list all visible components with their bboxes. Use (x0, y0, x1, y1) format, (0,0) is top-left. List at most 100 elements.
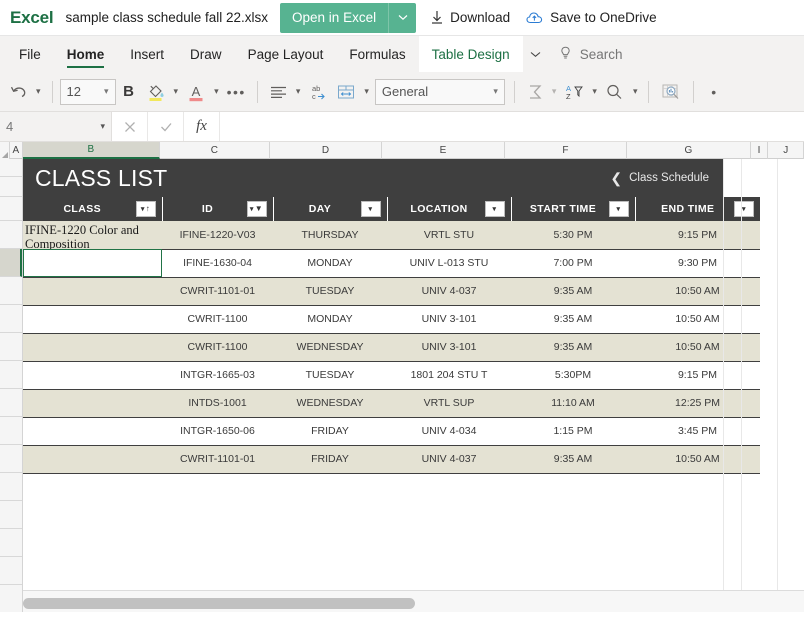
cell-start-time[interactable]: 11:10 AM (511, 389, 635, 418)
table-row[interactable]: INTGR-1650-06 FRIDAY UNIV 4-034 1:15 PM … (23, 417, 760, 446)
column-header-i[interactable]: I (751, 142, 769, 159)
toolbar-overflow-button[interactable]: • (701, 77, 727, 107)
tab-page-layout[interactable]: Page Layout (235, 36, 337, 72)
autosum-chevron-down-icon[interactable]: ▾ (548, 86, 561, 97)
column-header-c[interactable]: C (160, 142, 270, 159)
table-row[interactable]: CWRIT-1101-01 FRIDAY UNIV 4-037 9:35 AM … (23, 445, 760, 474)
tab-file[interactable]: File (6, 36, 54, 72)
find-chevron-down-icon[interactable]: ▾ (629, 86, 642, 97)
cell-id[interactable]: IFINE-1630-04 (162, 249, 273, 278)
row-header[interactable] (0, 501, 22, 529)
row-header[interactable] (0, 389, 22, 417)
row-header[interactable] (0, 159, 22, 177)
cell-start-time[interactable]: 9:35 AM (511, 333, 635, 362)
alignment-chevron-down-icon[interactable]: ▾ (292, 86, 305, 97)
cell-start-time[interactable]: 5:30 PM (511, 221, 635, 250)
cell-end-time[interactable]: 3:45 PM (635, 417, 760, 446)
cell-day[interactable]: TUESDAY (273, 361, 387, 390)
filter-button-end-time[interactable]: ▾ (734, 201, 754, 217)
insert-function-button[interactable]: fx (184, 112, 220, 141)
table-row[interactable]: IFINE-1220-V03 THURSDAY VRTL STU 5:30 PM… (23, 221, 760, 250)
download-button[interactable]: Download (430, 10, 510, 25)
horizontal-scrollbar[interactable] (23, 598, 804, 609)
filter-button-location[interactable]: ▾ (484, 201, 505, 217)
cell-id[interactable]: CWRIT-1100 (162, 333, 273, 362)
cell-location[interactable]: UNIV 3-101 (387, 305, 511, 334)
row-header[interactable] (0, 529, 22, 557)
font-color-chevron-down-icon[interactable]: ▾ (210, 86, 223, 97)
fill-color-chevron-down-icon[interactable]: ▾ (170, 86, 183, 97)
table-row[interactable]: CWRIT-1100 WEDNESDAY UNIV 3-101 9:35 AM … (23, 333, 760, 362)
undo-chevron-down-icon[interactable]: ▾ (32, 86, 45, 97)
cell-class[interactable] (23, 333, 162, 362)
open-in-excel-button[interactable]: Open in Excel (280, 3, 388, 33)
cell-start-time[interactable]: 9:35 AM (511, 445, 635, 474)
row-header[interactable] (0, 197, 22, 221)
filter-button-class[interactable]: ▾ ↑ (135, 201, 156, 217)
cancel-entry-button[interactable] (112, 112, 148, 141)
name-box[interactable]: 4 ▾ (0, 112, 112, 141)
cell-class[interactable] (23, 305, 162, 334)
cell-day[interactable]: MONDAY (273, 305, 387, 334)
find-button[interactable] (601, 77, 629, 107)
cell-location[interactable]: UNIV L-013 STU (387, 249, 511, 278)
cell-end-time[interactable]: 10:50 AM (635, 445, 760, 474)
undo-button[interactable] (6, 77, 32, 107)
more-font-options-button[interactable]: ••• (223, 77, 250, 107)
tab-insert[interactable]: Insert (117, 36, 177, 72)
cell-start-time[interactable]: 9:35 AM (511, 305, 635, 334)
cell-start-time[interactable]: 7:00 PM (511, 249, 635, 278)
font-color-button[interactable]: A (182, 77, 210, 107)
sort-filter-chevron-down-icon[interactable]: ▾ (588, 86, 601, 97)
tab-formulas[interactable]: Formulas (336, 36, 418, 72)
open-in-excel-chevron-down-icon[interactable] (388, 2, 416, 33)
horizontal-scrollbar-thumb[interactable] (23, 598, 415, 609)
cell-end-time[interactable]: 12:25 PM (635, 389, 760, 418)
document-title[interactable]: sample class schedule fall 22.xlsx (65, 10, 268, 25)
confirm-entry-button[interactable] (148, 112, 184, 141)
class-schedule-back-link[interactable]: ❮ Class Schedule (610, 170, 709, 187)
cell-day[interactable]: THURSDAY (273, 221, 387, 250)
merge-cells-chevron-down-icon[interactable]: ▾ (360, 86, 373, 97)
bold-button[interactable]: B (116, 77, 142, 107)
cell-id[interactable]: CWRIT-1100 (162, 305, 273, 334)
cell-end-time[interactable]: 9:15 PM (635, 361, 760, 390)
cell-location[interactable]: UNIV 4-037 (387, 445, 511, 474)
cell-class[interactable] (23, 277, 162, 306)
search-input[interactable]: Search (559, 36, 622, 72)
ribbon-overflow-chevron-down-icon[interactable] (523, 36, 549, 72)
cell-id[interactable]: INTDS-1001 (162, 389, 273, 418)
tab-table-design[interactable]: Table Design (418, 36, 523, 72)
table-row[interactable]: INTGR-1665-03 TUESDAY 1801 204 STU T 5:3… (23, 361, 760, 390)
sheet-canvas[interactable]: CLASS LIST ❮ Class Schedule CLASS ▾ ↑ ID… (23, 159, 804, 612)
cell-end-time[interactable]: 10:50 AM (635, 277, 760, 306)
alignment-button[interactable] (265, 77, 292, 107)
analyze-data-button[interactable] (656, 77, 686, 107)
row-header[interactable] (0, 417, 22, 445)
cell-end-time[interactable]: 9:15 PM (635, 221, 760, 250)
cell-id[interactable]: INTGR-1665-03 (162, 361, 273, 390)
column-header-f[interactable]: F (505, 142, 628, 159)
filter-button-day[interactable]: ▾ (360, 201, 381, 217)
autosum-button[interactable] (522, 77, 548, 107)
cell-class[interactable] (23, 417, 162, 446)
row-header[interactable] (0, 177, 22, 197)
column-header-d[interactable]: D (270, 142, 383, 159)
cell-day[interactable]: FRIDAY (273, 417, 387, 446)
sort-and-filter-button[interactable]: A Z (560, 77, 588, 107)
fill-color-button[interactable] (142, 77, 170, 107)
cell-id[interactable]: CWRIT-1101-01 (162, 445, 273, 474)
tab-draw[interactable]: Draw (177, 36, 235, 72)
filter-button-start-time[interactable]: ▾ (608, 201, 629, 217)
cell-start-time[interactable]: 1:15 PM (511, 417, 635, 446)
table-row[interactable]: CWRIT-1101-01 TUESDAY UNIV 4-037 9:35 AM… (23, 277, 760, 306)
cell-class[interactable] (23, 389, 162, 418)
row-header[interactable] (0, 333, 22, 361)
cell-start-time[interactable]: 5:30PM (511, 361, 635, 390)
row-header[interactable] (0, 305, 22, 333)
table-row[interactable]: CWRIT-1100 MONDAY UNIV 3-101 9:35 AM 10:… (23, 305, 760, 334)
active-cell-selection[interactable] (23, 249, 162, 277)
formula-input[interactable] (220, 112, 804, 141)
merge-cells-button[interactable] (332, 77, 360, 107)
column-header-j[interactable]: J (768, 142, 804, 159)
